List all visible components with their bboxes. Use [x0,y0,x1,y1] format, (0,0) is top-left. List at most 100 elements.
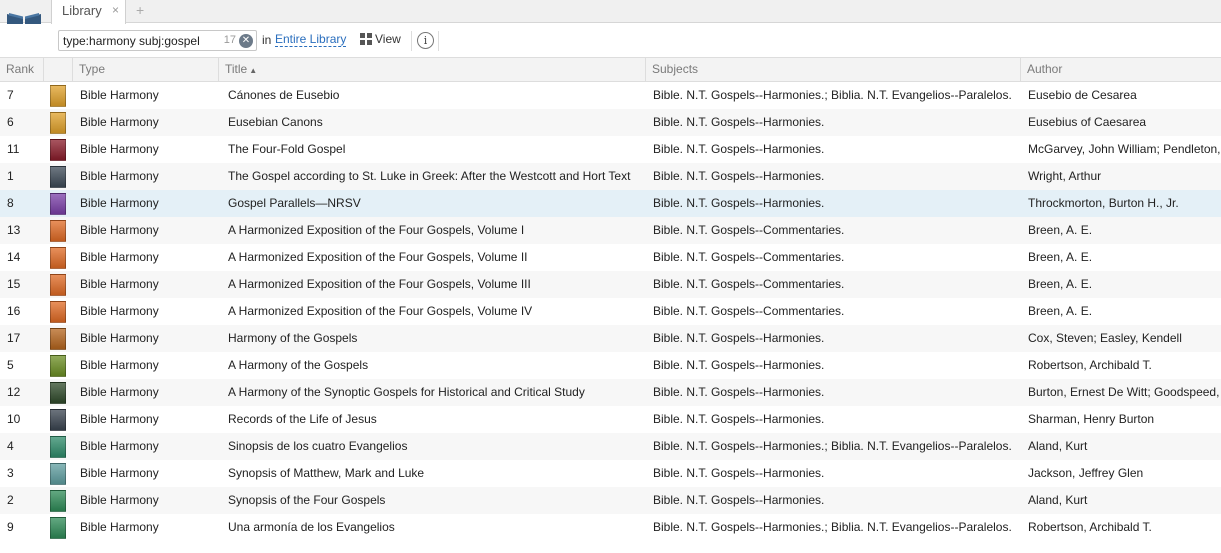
rank-cell: 17 [7,331,21,345]
subjects-cell: Bible. N.T. Gospels--Harmonies.; Biblia.… [653,520,1012,534]
sort-ascending-icon: ▲ [249,66,258,75]
table-row[interactable]: 10 Bible Harmony Records of the Life of Je… [0,406,1221,433]
title-cell: Cánones de Eusebio [228,88,340,102]
author-cell: Burton, Ernest De Witt; Goodspeed, [1028,385,1220,399]
subjects-cell: Bible. N.T. Gospels--Harmonies.; Biblia.… [653,439,1012,453]
title-cell: Synopsis of Matthew, Mark and Luke [228,466,425,480]
author-cell: Eusebius of Caesarea [1028,115,1147,129]
type-cell: Bible Harmony [80,412,159,426]
subjects-cell: Bible. N.T. Gospels--Harmonies. [653,142,825,156]
type-cell: Bible Harmony [80,250,159,264]
subjects-cell: Bible. N.T. Gospels--Harmonies.; Biblia.… [653,88,1012,102]
view-button[interactable]: View [360,31,401,49]
title-cell: Eusebian Canons [228,115,323,129]
type-cell: Bible Harmony [80,358,159,372]
result-count: 17 [223,34,236,46]
scope-prefix: in [262,33,272,47]
book-cover-thumbnail [50,274,66,296]
title-cell: A Harmony of the Synoptic Gospels for Hi… [228,385,585,399]
author-cell: Breen, A. E. [1028,223,1093,237]
subjects-cell: Bible. N.T. Gospels--Harmonies. [653,466,825,480]
close-icon[interactable]: × [112,3,119,17]
subjects-cell: Bible. N.T. Gospels--Harmonies. [653,358,825,372]
toolbar-divider [411,31,412,51]
add-tab-icon[interactable]: + [136,2,144,18]
book-cover-thumbnail [50,247,66,269]
type-cell: Bible Harmony [80,88,159,102]
column-header-title[interactable]: Title ▲ [219,58,646,81]
author-cell: Robertson, Archibald T. [1028,358,1152,372]
table-row[interactable]: 15 Bible Harmony A Harmonized Exposition o… [0,271,1221,298]
table-row[interactable]: 14 Bible Harmony A Harmonized Exposition o… [0,244,1221,271]
book-cover-thumbnail [50,409,66,431]
subjects-cell: Bible. N.T. Gospels--Commentaries. [653,304,845,318]
search-input[interactable]: type:harmony subj:gospel 17 ✕ [58,30,257,51]
type-cell: Bible Harmony [80,304,159,318]
title-cell: Gospel Parallels—NRSV [228,196,361,210]
subjects-cell: Bible. N.T. Gospels--Harmonies. [653,385,825,399]
column-header-subjects[interactable]: Subjects [646,58,1021,81]
column-header-type[interactable]: Type [73,58,219,81]
rank-cell: 9 [7,520,14,534]
subjects-cell: Bible. N.T. Gospels--Commentaries. [653,223,845,237]
table-row[interactable]: 8 Bible Harmony Gospel Parallels—NRSV Bible… [0,190,1221,217]
title-cell: Sinopsis de los cuatro Evangelios [228,439,408,453]
scope-dropdown[interactable]: Entire Library [275,32,347,47]
table-header: Rank Type Title ▲ Subjects Author [0,57,1221,82]
table-row[interactable]: 17 Bible Harmony Harmony of the Gospels Bib… [0,325,1221,352]
table-row[interactable]: 4 Bible Harmony Sinopsis de los cuatro Eva… [0,433,1221,460]
toolbar-divider [438,31,439,51]
book-cover-thumbnail [50,328,66,350]
subjects-cell: Bible. N.T. Gospels--Harmonies. [653,412,825,426]
info-icon[interactable]: i [417,32,434,49]
type-cell: Bible Harmony [80,331,159,345]
type-cell: Bible Harmony [80,439,159,453]
rank-cell: 12 [7,385,21,399]
title-cell: A Harmonized Exposition of the Four Gosp… [228,277,531,291]
grid-view-icon [360,32,372,45]
table-row[interactable]: 9 Bible Harmony Una armonía de los Evangel… [0,514,1221,541]
book-cover-thumbnail [50,193,66,215]
table-row[interactable]: 12 Bible Harmony A Harmony of the Synoptic… [0,379,1221,406]
rank-cell: 8 [7,196,14,210]
rank-cell: 13 [7,223,21,237]
table-row[interactable]: 13 Bible Harmony A Harmonized Exposition o… [0,217,1221,244]
search-query[interactable]: type:harmony subj:gospel [63,34,200,48]
table-row[interactable]: 11 Bible Harmony The Four-Fold Gospel Bible… [0,136,1221,163]
column-label: Subjects [652,62,699,76]
column-header-author[interactable]: Author [1021,58,1221,81]
table-row[interactable]: 7 Bible Harmony Cánones de Eusebio Bible. N… [0,82,1221,109]
column-header-cover[interactable] [44,58,73,81]
table-row[interactable]: 5 Bible Harmony A Harmony of the Gospels Bi… [0,352,1221,379]
table-row[interactable]: 6 Bible Harmony Eusebian Canons Bible. N.T.… [0,109,1221,136]
book-cover-thumbnail [50,220,66,242]
author-cell: Breen, A. E. [1028,277,1093,291]
rank-cell: 16 [7,304,21,318]
subjects-cell: Bible. N.T. Gospels--Harmonies. [653,331,825,345]
subjects-cell: Bible. N.T. Gospels--Commentaries. [653,250,845,264]
view-label: View [375,31,401,46]
clear-search-icon[interactable]: ✕ [239,34,253,48]
table-row[interactable]: 3 Bible Harmony Synopsis of Matthew, Mark … [0,460,1221,487]
tab-library[interactable]: Library × [51,0,126,24]
title-cell: A Harmony of the Gospels [228,358,369,372]
subjects-cell: Bible. N.T. Gospels--Harmonies. [653,493,825,507]
library-toolbar: type:harmony subj:gospel 17 ✕ in Entire … [0,24,1221,57]
rank-cell: 5 [7,358,14,372]
table-row[interactable]: 2 Bible Harmony Synopsis of the Four Gospe… [0,487,1221,514]
book-cover-thumbnail [50,463,66,485]
rank-cell: 7 [7,88,14,102]
author-cell: Throckmorton, Burton H., Jr. [1028,196,1179,210]
author-cell: Cox, Steven; Easley, Kendell [1028,331,1182,345]
title-cell: Synopsis of the Four Gospels [228,493,386,507]
type-cell: Bible Harmony [80,520,159,534]
column-header-rank[interactable]: Rank [0,58,44,81]
tab-strip: Library × + [0,0,1221,24]
rank-cell: 3 [7,466,14,480]
type-cell: Bible Harmony [80,142,159,156]
rank-cell: 2 [7,493,14,507]
table-row[interactable]: 1 Bible Harmony The Gospel according to St… [0,163,1221,190]
author-cell: Robertson, Archibald T. [1028,520,1152,534]
rank-cell: 15 [7,277,21,291]
table-row[interactable]: 16 Bible Harmony A Harmonized Exposition o… [0,298,1221,325]
